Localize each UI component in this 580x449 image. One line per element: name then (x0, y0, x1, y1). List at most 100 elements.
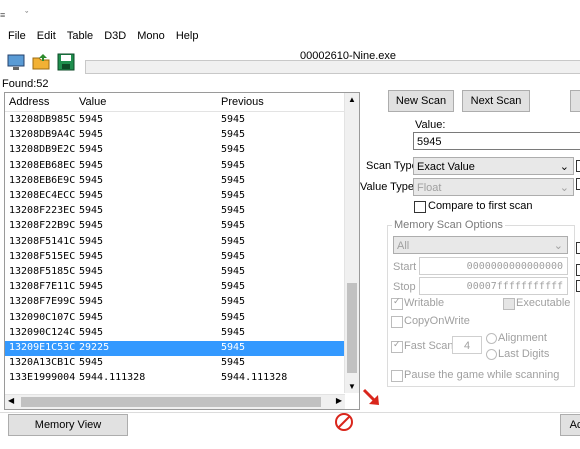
cell-address: 133E1999004 (9, 372, 76, 384)
chevron-down-icon: ⌄ (553, 240, 563, 252)
cell-address: 13208F7E99C (9, 296, 76, 308)
cell-previous: 5945 (221, 326, 246, 338)
cell-value: 5945 (79, 159, 104, 171)
cell-previous: 5945 (221, 159, 246, 171)
alignment-radio[interactable] (486, 333, 497, 344)
table-row[interactable]: 13208DB9A4C 5945 5945 (5, 128, 345, 143)
cell-previous: 5945 (221, 296, 246, 308)
cell-value: 5945 (79, 250, 104, 262)
table-row[interactable]: 13208F5141C 5945 5945 (5, 235, 345, 250)
vertical-scrollbar[interactable]: ▲ ▼ (344, 93, 359, 393)
menu-file[interactable]: File (8, 30, 26, 42)
no-entry-icon[interactable] (334, 412, 354, 435)
table-row[interactable]: 13208F515EC 5945 5945 (5, 250, 345, 265)
horizontal-scrollbar[interactable]: ◀ ▶ (5, 394, 345, 409)
column-address[interactable]: Address (9, 96, 49, 108)
cell-previous: 5945 (221, 357, 246, 369)
cell-previous: 5945 (221, 235, 246, 247)
table-row[interactable]: 132090C107C 5945 5945 (5, 311, 345, 326)
compare-first-checkbox[interactable] (414, 201, 426, 213)
scan-type-select[interactable]: Exact Value ⌄ (413, 157, 574, 175)
cell-previous: 5945 (221, 220, 246, 232)
menu-help[interactable]: Help (176, 30, 199, 42)
writable-checkbox[interactable]: ✓ (391, 296, 403, 310)
menu-bar: File Edit Table D3D Mono Help (0, 30, 198, 46)
cell-address: 132090C124C (9, 326, 76, 338)
value-type-select[interactable]: Float ⌄ (413, 178, 574, 196)
next-scan-button[interactable]: Next Scan (462, 90, 530, 112)
undo-scan-button[interactable] (570, 90, 580, 112)
fast-scan-checkbox[interactable]: ✓ (391, 339, 403, 353)
cell-address: 13208F22B9C (9, 220, 76, 232)
table-row[interactable]: 13208F223EC 5945 5945 (5, 204, 345, 219)
scroll-up-icon[interactable]: ▲ (348, 95, 356, 104)
table-row[interactable]: 13208EB6E9C 5945 5945 (5, 174, 345, 189)
cell-previous: 5945 (221, 190, 246, 201)
cell-value: 5945 (79, 235, 104, 247)
executable-label: Executable (516, 297, 571, 309)
cell-previous: 5945 (221, 129, 246, 141)
memory-view-button[interactable]: Memory View (8, 414, 128, 436)
menu-d3d[interactable]: D3D (104, 30, 126, 42)
cell-address: 13208F5185C (9, 266, 76, 277)
scroll-left-icon[interactable]: ◀ (8, 396, 14, 405)
scroll-down-icon[interactable]: ▼ (348, 382, 356, 391)
scan-type-label: Scan Type (366, 160, 418, 172)
table-row[interactable]: 1320A13CB1C 5945 5945 (5, 356, 345, 371)
select-process-icon[interactable] (6, 52, 26, 72)
menu-edit[interactable]: Edit (37, 30, 56, 42)
last-digits-radio[interactable] (486, 349, 497, 360)
cell-value: 5945 (79, 281, 104, 293)
value-input[interactable]: 5945 (413, 132, 580, 150)
pause-game-label: Pause the game while scanning (404, 369, 560, 381)
column-value[interactable]: Value (79, 96, 106, 108)
table-row[interactable]: 132090C124C 5945 5945 (5, 326, 345, 341)
cell-value: 5945 (79, 311, 104, 323)
stop-address-input[interactable]: 00007fffffffffff (419, 277, 568, 295)
cell-address: 13209E1C53C (9, 342, 76, 353)
table-row[interactable]: 13208EC4ECC 5945 5945 (5, 189, 345, 204)
copy-on-write-checkbox[interactable] (391, 316, 403, 328)
start-address-input[interactable]: 0000000000000000 (419, 257, 568, 275)
memory-region-select[interactable]: All ⌄ (393, 236, 568, 254)
table-row[interactable]: 13208F7E99C 5945 5945 (5, 295, 345, 310)
open-folder-icon[interactable] (31, 52, 51, 72)
chevron-down-icon: ⌄ (559, 161, 569, 173)
executable-checkbox[interactable] (503, 298, 515, 310)
menu-table[interactable]: Table (67, 30, 93, 42)
table-row[interactable]: 13208DB9E2C 5945 5945 (5, 143, 345, 158)
new-scan-button[interactable]: New Scan (388, 90, 454, 112)
cell-value: 5945 (79, 296, 104, 308)
cell-address: 13208F515EC (9, 250, 76, 262)
table-row[interactable]: 13208F22B9C 5945 5945 (5, 219, 345, 234)
found-count: Found:52 (2, 78, 49, 90)
table-row[interactable]: 13208EB68EC 5945 5945 (5, 159, 345, 174)
save-icon[interactable] (56, 52, 76, 72)
cell-previous: 5945 (221, 281, 246, 293)
add-to-list-arrow-icon[interactable] (360, 386, 382, 411)
results-header: Address Value Previous (5, 93, 345, 112)
fast-scan-input[interactable]: 4 (452, 336, 482, 354)
table-row[interactable]: 13208DB985C 5945 5945 (5, 113, 345, 128)
column-previous[interactable]: Previous (221, 96, 264, 108)
table-row[interactable]: 13209E1C53C 29225 5945 (5, 341, 345, 356)
table-row[interactable]: 133E1999004 5944.111328 5944.111328 (5, 371, 345, 386)
vertical-scroll-thumb[interactable] (347, 283, 357, 373)
cell-value: 5945 (79, 205, 104, 217)
pause-game-checkbox[interactable] (391, 370, 403, 382)
cell-address: 13208DB985C (9, 114, 76, 125)
results-list[interactable]: Address Value Previous 13208DB985C 5945 59… (4, 92, 360, 410)
menu-mono[interactable]: Mono (137, 30, 165, 42)
scroll-right-icon[interactable]: ▶ (336, 396, 342, 405)
cell-address: 13208F7E11C (9, 281, 76, 293)
cell-value: 5945 (79, 357, 104, 369)
cell-value: 5945 (79, 190, 104, 201)
horizontal-scroll-thumb[interactable] (21, 397, 321, 407)
memory-scan-options-title: Memory Scan Options (392, 219, 505, 231)
table-row[interactable]: 13208F7E11C 5945 5945 (5, 280, 345, 295)
table-row[interactable]: 13208F5185C 5945 5945 (5, 265, 345, 280)
bottom-bar (0, 412, 580, 413)
add-address-button[interactable]: Ac (560, 414, 580, 436)
value-type-value: Float (417, 182, 442, 194)
last-digits-label: Last Digits (498, 348, 550, 360)
